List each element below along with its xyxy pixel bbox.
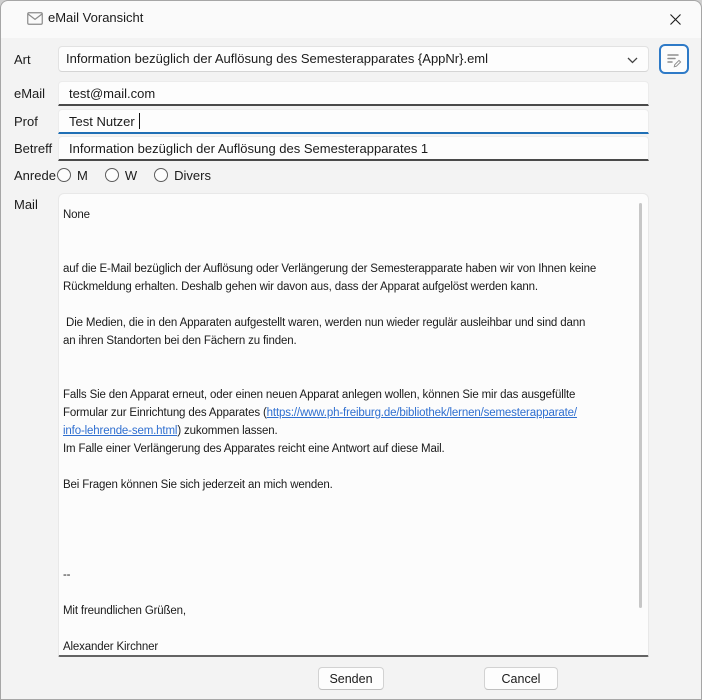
prof-label: Prof xyxy=(14,114,38,129)
mail-body-link[interactable]: info-lehrende-sem.html xyxy=(63,425,177,437)
betreff-input[interactable] xyxy=(58,136,649,161)
mail-body-line xyxy=(63,530,636,548)
mail-body-text: None xyxy=(63,209,90,221)
edit-template-button[interactable] xyxy=(659,44,689,74)
mail-body-line xyxy=(63,548,636,566)
mail-textarea[interactable]: None auf die E-Mail bezüglich der Auflösu… xyxy=(58,193,649,657)
mail-body-line: Falls Sie den Apparat erneut, oder einen… xyxy=(63,386,636,404)
mail-body-line: None xyxy=(63,206,636,224)
mail-body-text: Formular zur Einrichtung des Apparates ( xyxy=(63,407,267,419)
scrollbar-thumb[interactable] xyxy=(639,203,642,608)
mail-body-text: Die Medien, die in den Apparaten aufgest… xyxy=(63,317,585,329)
mail-body-line: Die Medien, die in den Apparaten aufgest… xyxy=(63,314,636,332)
cancel-button[interactable]: Cancel xyxy=(484,667,558,690)
window-title: eMail Voransicht xyxy=(48,10,143,25)
mail-body-line: an ihren Standorten bei den Fächern zu f… xyxy=(63,332,636,350)
mail-body-line xyxy=(63,584,636,602)
mail-body-text: Bei Fragen können Sie sich jederzeit an … xyxy=(63,479,333,491)
mail-body-line xyxy=(63,512,636,530)
mail-body-text: ) zukommen lassen. xyxy=(177,425,277,437)
mail-body-line: Im Falle einer Verlängerung des Apparate… xyxy=(63,440,636,458)
mail-body-text: -- xyxy=(63,569,70,581)
mail-body-text: Falls Sie den Apparat erneut, oder einen… xyxy=(63,389,575,401)
envelope-icon xyxy=(27,12,43,25)
mail-body-line xyxy=(63,620,636,638)
mail-body-line xyxy=(63,368,636,386)
mail-body-line: auf die E-Mail bezüglich der Auflösung o… xyxy=(63,260,636,278)
radio-circle-icon xyxy=(105,168,119,182)
radio-label: Divers xyxy=(174,168,211,183)
mail-body-line xyxy=(63,224,636,242)
mail-body-line: Rückmeldung erhalten. Deshalb gehen wir … xyxy=(63,278,636,296)
email-input[interactable] xyxy=(58,81,649,106)
radio-circle-icon xyxy=(57,168,71,182)
mail-body: None auf die E-Mail bezüglich der Auflösu… xyxy=(63,206,636,656)
art-select[interactable]: Information bezüglich der Auflösung des … xyxy=(58,46,649,72)
mail-body-text: Rückmeldung erhalten. Deshalb gehen wir … xyxy=(63,281,538,293)
mail-body-line: Alexander Kirchner xyxy=(63,638,636,656)
art-selected-value: Information bezüglich der Auflösung des … xyxy=(66,51,488,66)
edit-note-icon xyxy=(665,50,683,68)
mail-body-line: Mit freundlichen Grüßen, xyxy=(63,602,636,620)
mail-body-line xyxy=(63,494,636,512)
mail-body-text: Mit freundlichen Grüßen, xyxy=(63,605,186,617)
mail-body-line: Formular zur Einrichtung des Apparates (… xyxy=(63,404,636,422)
email-preview-dialog: eMail Voransicht Art Information bezügli… xyxy=(0,0,702,700)
mail-body-text: Alexander Kirchner xyxy=(63,641,158,653)
anrede-label: Anrede xyxy=(14,168,56,183)
title-bar: eMail Voransicht xyxy=(1,1,701,38)
mail-label: Mail xyxy=(14,197,38,212)
close-button[interactable] xyxy=(654,4,696,34)
mail-body-line: info-lehrende-sem.html) zukommen lassen. xyxy=(63,422,636,440)
mail-body-line xyxy=(63,242,636,260)
radio-w[interactable]: W xyxy=(105,168,137,183)
radio-label: W xyxy=(125,168,137,183)
mail-body-link[interactable]: https://www.ph-freiburg.de/bibliothek/le… xyxy=(267,407,577,419)
mail-body-text: an ihren Standorten bei den Fächern zu f… xyxy=(63,335,297,347)
anrede-options: M W Divers xyxy=(57,165,211,185)
mail-body-line xyxy=(63,458,636,476)
art-label: Art xyxy=(14,52,31,67)
mail-body-text: Im Falle einer Verlängerung des Apparate… xyxy=(63,443,445,455)
mail-body-text: auf die E-Mail bezüglich der Auflösung o… xyxy=(63,263,596,275)
close-icon xyxy=(669,13,682,26)
send-button[interactable]: Senden xyxy=(318,667,384,690)
radio-circle-icon xyxy=(154,168,168,182)
mail-body-line xyxy=(63,296,636,314)
mail-body-line xyxy=(63,350,636,368)
radio-m[interactable]: M xyxy=(57,168,88,183)
radio-divers[interactable]: Divers xyxy=(154,168,211,183)
prof-input[interactable] xyxy=(58,109,649,134)
mail-body-line: Bei Fragen können Sie sich jederzeit an … xyxy=(63,476,636,494)
betreff-label: Betreff xyxy=(14,141,52,156)
mail-body-line: -- xyxy=(63,566,636,584)
email-label: eMail xyxy=(14,86,45,101)
text-caret xyxy=(139,113,140,129)
chevron-down-icon xyxy=(627,57,638,64)
radio-label: M xyxy=(77,168,88,183)
